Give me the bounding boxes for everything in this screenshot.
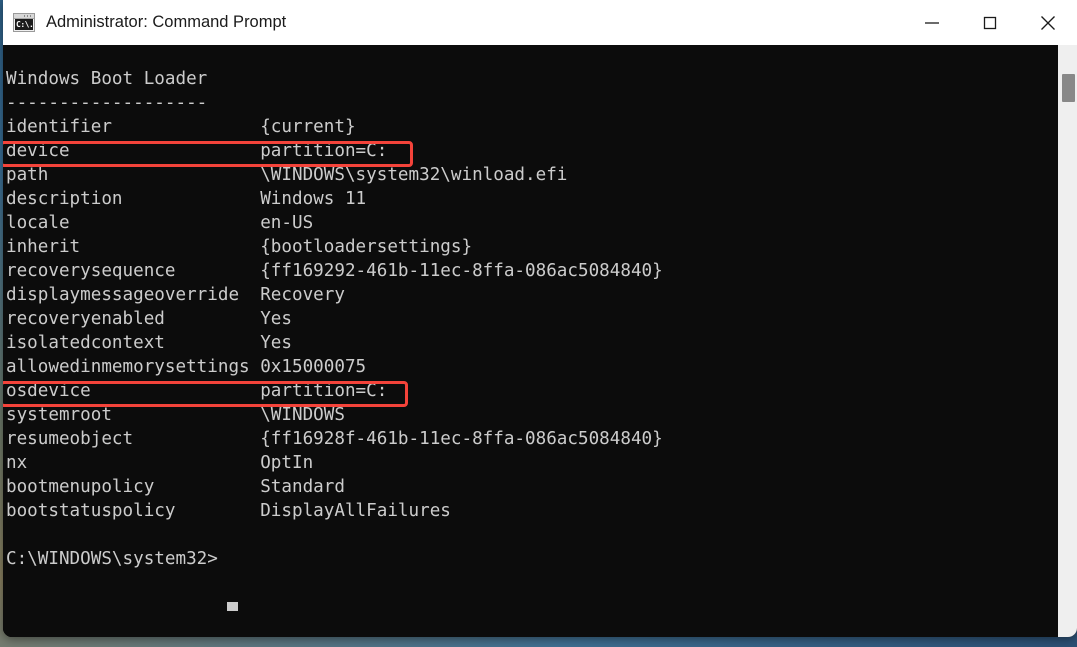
maximize-button[interactable] [961, 0, 1019, 45]
titlebar-left-group: C:\. Administrator: Command Prompt [3, 13, 903, 32]
cmd-icon-glyph: C:\. [15, 19, 33, 30]
terminal-area: Windows Boot Loader ------------------- … [3, 45, 1077, 637]
console-output-region[interactable]: Windows Boot Loader ------------------- … [3, 45, 1058, 637]
scrollbar-thumb[interactable] [1062, 74, 1075, 102]
vertical-scrollbar[interactable] [1058, 45, 1077, 637]
window-titlebar[interactable]: C:\. Administrator: Command Prompt [3, 0, 1077, 45]
console-text: Windows Boot Loader ------------------- … [6, 67, 663, 571]
text-cursor [227, 602, 238, 611]
window-title: Administrator: Command Prompt [46, 13, 286, 32]
command-prompt-window: C:\. Administrator: Command Prompt [3, 0, 1077, 637]
cmd-icon: C:\. [13, 13, 35, 32]
minimize-button[interactable] [903, 0, 961, 45]
close-button[interactable] [1019, 0, 1077, 45]
window-controls [903, 0, 1077, 45]
